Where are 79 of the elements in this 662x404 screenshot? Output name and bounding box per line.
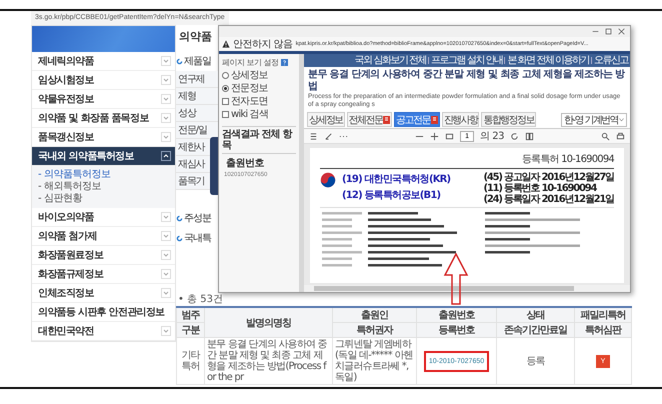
close-icon[interactable] bbox=[618, 28, 625, 35]
bibliographic-line: (11) 등록번호 10-1690094 bbox=[483, 183, 598, 194]
column-header: 상태 bbox=[496, 307, 574, 322]
list-icon[interactable] bbox=[309, 132, 318, 140]
column-header: 패밀리특허 bbox=[574, 307, 632, 322]
table-cell: 등록 bbox=[496, 338, 574, 384]
table-cell: 그뤼넨탈 게엠베하 (독일 데-***** 아헨 치글러슈트라쎄 *, 독일) bbox=[332, 338, 416, 384]
results-heading: 검색결과 전체 항목 bbox=[222, 126, 296, 154]
publication-heading: (12) 등록특허공보(B1) bbox=[342, 189, 442, 202]
scrollbar[interactable] bbox=[304, 285, 630, 292]
maximize-icon[interactable] bbox=[605, 28, 612, 35]
checkbox-label: wiki 검색 bbox=[231, 109, 268, 120]
checkbox[interactable] bbox=[222, 111, 229, 118]
translate-dropdown[interactable]: 한-영 기계번역 bbox=[561, 112, 627, 126]
top-link[interactable]: 오류신고 bbox=[594, 54, 628, 67]
rotate-icon[interactable] bbox=[510, 132, 519, 140]
radio-button[interactable] bbox=[222, 85, 229, 92]
column-header: 존속기간만료일 bbox=[496, 322, 574, 338]
arrow-annotation bbox=[443, 253, 469, 305]
chevron-icon[interactable] bbox=[161, 151, 171, 161]
field-label: 출원번호 bbox=[225, 157, 265, 170]
section-heading: 제품일 bbox=[176, 51, 218, 71]
refresh-icon bbox=[176, 58, 183, 64]
table-row-label: 성상 bbox=[176, 105, 218, 122]
tab[interactable]: 진행사항 bbox=[442, 112, 480, 127]
column-header: 발명의명칭 bbox=[204, 307, 332, 338]
column-header: 등록번호 bbox=[416, 322, 496, 338]
top-link[interactable]: 프로그램 설치 안내 bbox=[431, 54, 502, 67]
tab[interactable]: 전체전문 bbox=[346, 112, 392, 127]
tab[interactable]: 상세정보 bbox=[307, 112, 345, 127]
radio-label: 상세정보 bbox=[231, 70, 268, 81]
checkbox[interactable] bbox=[222, 98, 229, 105]
result-count: • 총 53건 bbox=[177, 293, 224, 306]
tab[interactable]: 통합행정정보 bbox=[481, 112, 536, 127]
submenu-item[interactable]: - 해외특허정보 bbox=[38, 181, 169, 193]
submenu-item[interactable]: - 의약품특허정보 bbox=[38, 169, 169, 181]
checkbox-label: 전자도면 bbox=[231, 96, 268, 107]
table-row-label: 제형 bbox=[176, 88, 218, 105]
help-icon[interactable] bbox=[280, 59, 288, 66]
emblem-icon bbox=[320, 172, 336, 188]
radio-label: 전문정보 bbox=[231, 83, 268, 94]
top-link[interactable]: 본 화면 전체 이용하기 bbox=[507, 54, 589, 67]
bibliographic-line: (45) 공고일자 2016년12월27일 bbox=[483, 172, 614, 183]
print-icon[interactable] bbox=[616, 132, 625, 140]
table-cell: 기타특허 bbox=[176, 338, 204, 384]
column-header: 특허심판 bbox=[574, 322, 632, 338]
patent-title: 분무 응결 단계의 사용하여 중간 분말 제형 및 최종 고체 제형을 제조하는 방법 bbox=[307, 68, 626, 93]
bibliographic-line: (24) 등록일자 2016년12월21일 bbox=[483, 194, 614, 205]
table-row-label: 연구제 bbox=[176, 71, 218, 88]
fit-icon[interactable] bbox=[445, 132, 454, 140]
top-link[interactable]: 국외 심화보기 전체 bbox=[354, 54, 426, 67]
page-count: 의 23 bbox=[480, 130, 504, 143]
refresh-icon bbox=[176, 214, 183, 222]
column-header: 출원인 bbox=[332, 307, 416, 322]
search-icon[interactable] bbox=[601, 132, 610, 140]
warning-icon bbox=[222, 40, 230, 48]
document-number: 등록특허 10-1690094 bbox=[522, 153, 614, 166]
page-view-icon[interactable] bbox=[524, 132, 534, 140]
panel-heading: 페이지 보기 설정 bbox=[222, 57, 279, 68]
caret-icon bbox=[619, 118, 624, 122]
security-warning: 안전하지 않음 bbox=[233, 38, 293, 51]
radio-button[interactable] bbox=[222, 72, 229, 79]
page-heading: 의약품 bbox=[178, 29, 213, 45]
column-header: 구분 bbox=[176, 322, 204, 338]
table-cell: 분무 응결 단계의 사용하여 중간 분말 제형 및 최종 고체 제형을 제조하는 방법(Process for the pr bbox=[204, 338, 332, 384]
pen-icon[interactable] bbox=[324, 132, 333, 140]
office-heading: (19) 대한민국특허청(KR) bbox=[342, 173, 450, 186]
column-header: 특허권자 bbox=[332, 322, 416, 338]
submenu-item[interactable]: - 심판현황 bbox=[38, 193, 169, 205]
sidebar-item[interactable]: 국내외 의약품특허정보 bbox=[32, 147, 175, 166]
column-header: 출원번호 bbox=[416, 307, 496, 322]
table-row-label: 전문/일 bbox=[176, 122, 218, 139]
section-heading: 주성분 bbox=[176, 208, 218, 228]
refresh-icon bbox=[176, 234, 183, 242]
section-heading: 국내특 bbox=[176, 228, 218, 248]
column-header: 범주 bbox=[176, 307, 204, 322]
minimize-icon[interactable] bbox=[592, 28, 599, 35]
plus-icon[interactable] bbox=[430, 132, 440, 140]
tab[interactable]: 공고전문 bbox=[394, 112, 440, 127]
